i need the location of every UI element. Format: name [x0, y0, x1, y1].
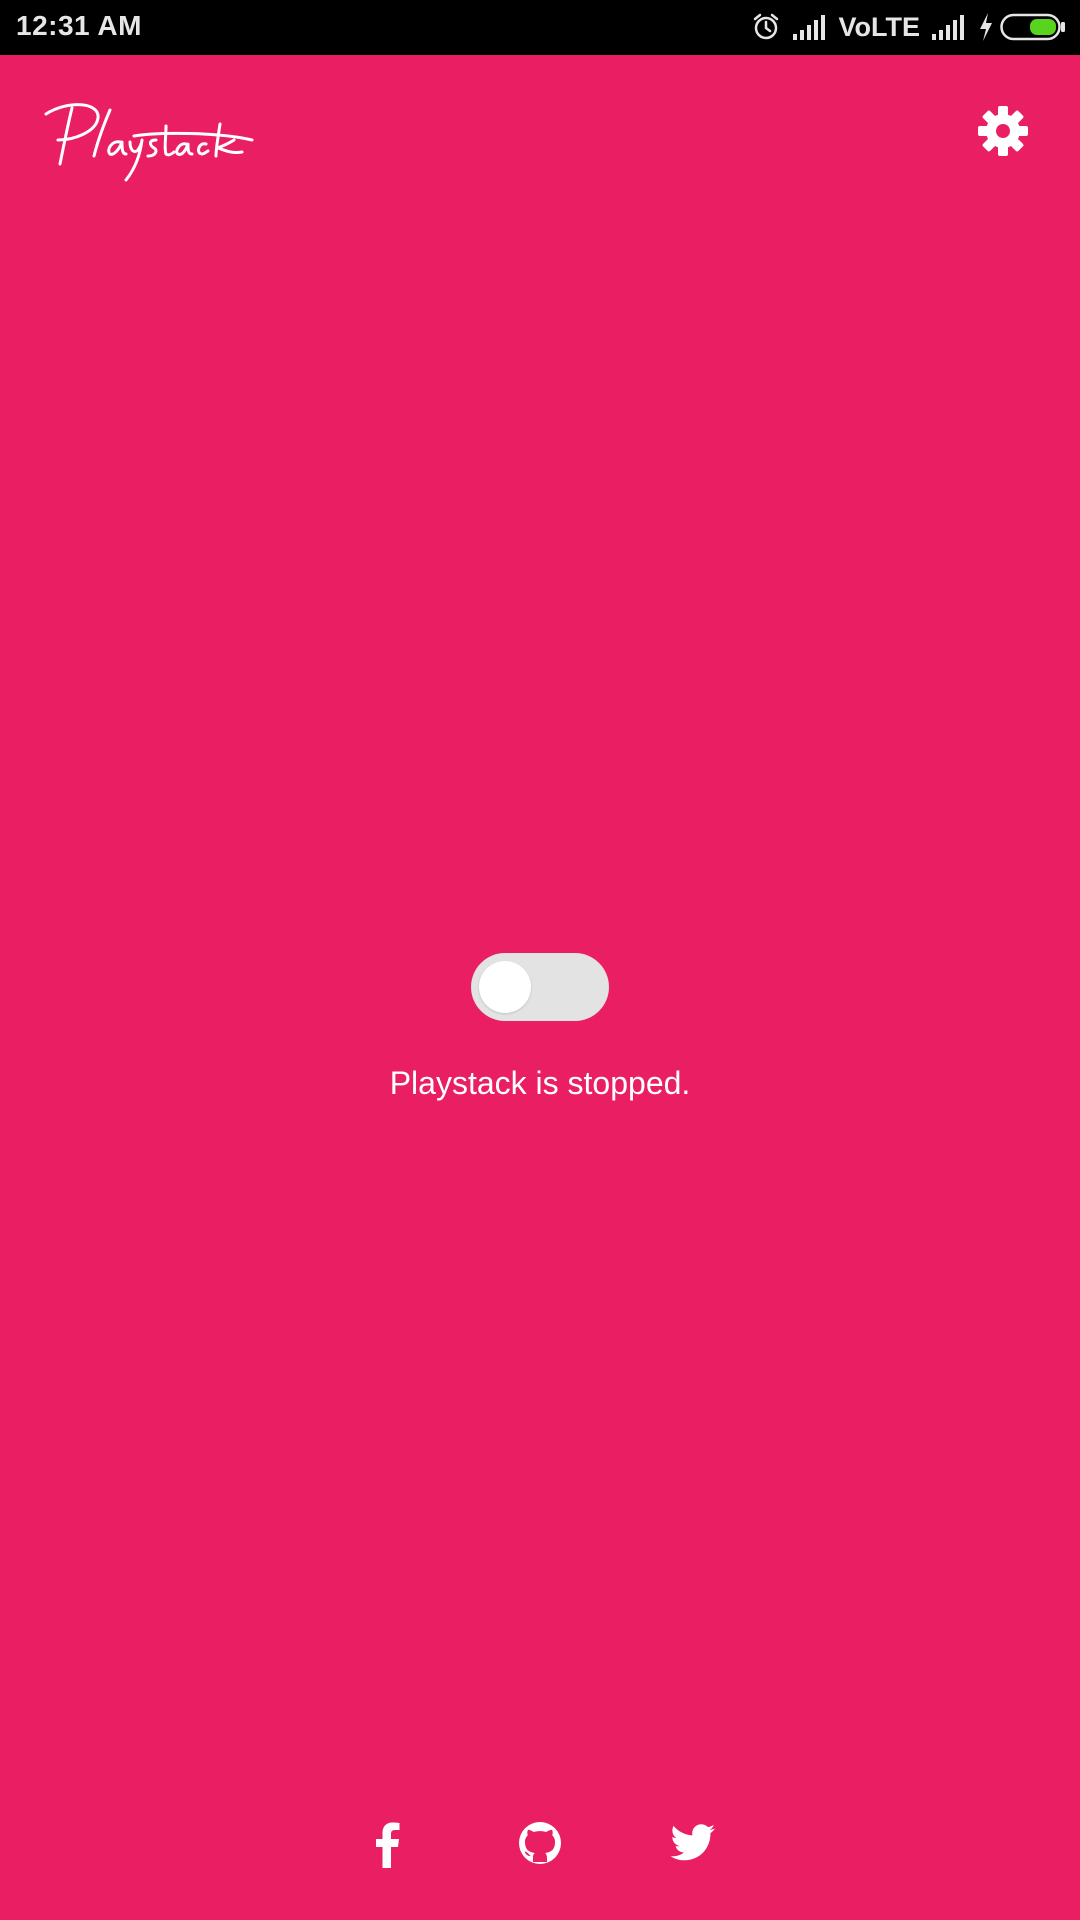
- status-bar: 12:31 AM VoLTE: [0, 0, 1080, 55]
- github-icon[interactable]: [515, 1818, 565, 1868]
- charging-icon: [980, 13, 992, 41]
- playstack-status-text: Playstack is stopped.: [389, 1065, 691, 1101]
- network-label: VoLTE: [838, 11, 921, 42]
- app-screen: 12:31 AM VoLTE Playstack is stopped.: [0, 0, 1080, 1920]
- toggle-knob: [479, 961, 531, 1013]
- signal-icon: [792, 15, 825, 40]
- facebook-icon[interactable]: [362, 1818, 412, 1868]
- status-icons: VoLTE: [739, 9, 1067, 45]
- battery-icon: [1000, 13, 1065, 41]
- playstack-toggle[interactable]: [471, 953, 609, 1021]
- twitter-icon[interactable]: [668, 1818, 718, 1868]
- alarm-icon: [753, 13, 778, 40]
- signal-icon: [932, 15, 964, 40]
- playstack-logo: [44, 103, 254, 182]
- status-time: 12:31 AM: [16, 10, 142, 41]
- gear-icon[interactable]: [975, 103, 1031, 159]
